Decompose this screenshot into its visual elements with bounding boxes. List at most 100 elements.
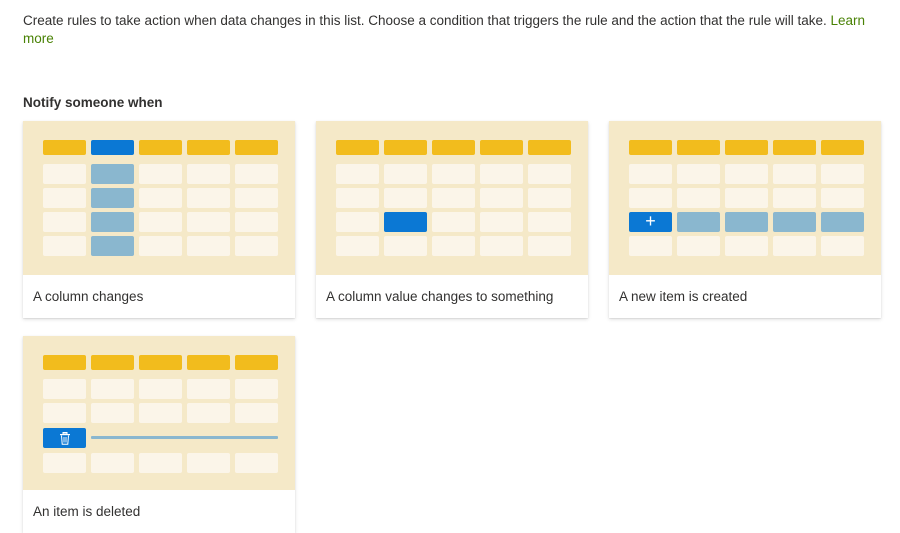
card-item-deleted[interactable]: An item is deleted xyxy=(23,336,295,533)
grid-cell xyxy=(432,164,475,184)
grid-cell xyxy=(677,236,720,256)
grid-header-cell xyxy=(821,140,864,155)
grid-cell xyxy=(528,236,571,256)
trash-icon xyxy=(43,428,86,448)
card-new-item-created[interactable]: + A new item is created xyxy=(609,121,881,318)
grid-header-cell xyxy=(528,140,571,155)
grid-cell xyxy=(480,212,523,232)
grid-cell-highlighted xyxy=(725,212,768,232)
grid-header-cell xyxy=(187,140,230,155)
grid-cell xyxy=(235,164,278,184)
grid-cell-highlighted xyxy=(91,188,134,208)
grid-cell xyxy=(139,188,182,208)
grid-cell xyxy=(139,379,182,399)
grid-header-cell xyxy=(43,355,86,370)
grid-cell xyxy=(725,236,768,256)
grid-cell xyxy=(235,188,278,208)
grid-cell xyxy=(629,188,672,208)
grid-cell xyxy=(235,212,278,232)
grid-cell xyxy=(187,236,230,256)
grid-cell xyxy=(91,379,134,399)
grid-cell xyxy=(528,164,571,184)
card-column-changes[interactable]: A column changes xyxy=(23,121,295,318)
grid-cell xyxy=(43,236,86,256)
grid-cell xyxy=(480,188,523,208)
item-deleted-illustration xyxy=(23,336,295,490)
grid-cell xyxy=(336,164,379,184)
grid-cell xyxy=(91,453,134,473)
grid-cell xyxy=(773,236,816,256)
grid-header-cell xyxy=(677,140,720,155)
grid-cell xyxy=(725,188,768,208)
grid-header-cell xyxy=(139,140,182,155)
grid-cell xyxy=(773,164,816,184)
grid-cell xyxy=(480,236,523,256)
grid-cell xyxy=(235,236,278,256)
grid-cell xyxy=(43,453,86,473)
grid-cell xyxy=(187,188,230,208)
grid-header-cell xyxy=(139,355,182,370)
grid-cell xyxy=(773,188,816,208)
deleted-row-line xyxy=(91,436,278,439)
grid-cell xyxy=(480,164,523,184)
grid-cell xyxy=(187,379,230,399)
grid-cell-highlighted xyxy=(91,236,134,256)
grid-cell xyxy=(336,236,379,256)
grid-cell-highlighted xyxy=(773,212,816,232)
grid-cell xyxy=(336,188,379,208)
grid-header-cell xyxy=(235,355,278,370)
grid-cell xyxy=(821,164,864,184)
grid-header-cell xyxy=(629,140,672,155)
grid-header-cell xyxy=(235,140,278,155)
grid-cell xyxy=(725,164,768,184)
grid-cell xyxy=(139,212,182,232)
grid-cell-highlighted xyxy=(91,164,134,184)
new-item-illustration: + xyxy=(609,121,881,275)
section-title: Notify someone when xyxy=(23,95,163,110)
grid-cell xyxy=(629,236,672,256)
grid-cell xyxy=(629,164,672,184)
card-label: An item is deleted xyxy=(33,504,141,519)
grid-header-cell xyxy=(336,140,379,155)
grid-header-cell xyxy=(480,140,523,155)
grid-cell xyxy=(187,212,230,232)
grid-cell xyxy=(43,379,86,399)
grid-cell xyxy=(187,453,230,473)
grid-cell xyxy=(677,188,720,208)
grid-header-cell-selected xyxy=(91,140,134,155)
grid-cell-selected xyxy=(384,212,427,232)
grid-cell xyxy=(528,212,571,232)
grid-header-cell xyxy=(187,355,230,370)
intro-description: Create rules to take action when data ch… xyxy=(23,13,827,28)
grid-header-cell xyxy=(43,140,86,155)
grid-cell xyxy=(235,453,278,473)
card-label: A new item is created xyxy=(619,289,748,304)
card-label: A column changes xyxy=(33,289,144,304)
grid-cell xyxy=(43,164,86,184)
grid-cell xyxy=(187,164,230,184)
card-label: A column value changes to something xyxy=(326,289,554,304)
grid-cell xyxy=(432,236,475,256)
grid-header-cell xyxy=(773,140,816,155)
grid-cell xyxy=(336,212,379,232)
intro-text: Create rules to take action when data ch… xyxy=(23,12,873,48)
grid-cell-highlighted xyxy=(821,212,864,232)
grid-cell xyxy=(139,453,182,473)
grid-cell xyxy=(432,212,475,232)
grid-cell xyxy=(187,403,230,423)
grid-cell xyxy=(432,188,475,208)
grid-cell xyxy=(43,188,86,208)
grid-cell xyxy=(821,236,864,256)
column-value-changes-illustration xyxy=(316,121,588,275)
card-column-value-changes[interactable]: A column value changes to something xyxy=(316,121,588,318)
grid-cell xyxy=(139,236,182,256)
grid-cell-highlighted xyxy=(91,212,134,232)
grid-cell xyxy=(235,379,278,399)
grid-cell-highlighted xyxy=(677,212,720,232)
grid-cell xyxy=(43,403,86,423)
grid-cell xyxy=(235,403,278,423)
grid-cell xyxy=(139,403,182,423)
column-changes-illustration xyxy=(23,121,295,275)
grid-cell xyxy=(677,164,720,184)
grid-cell xyxy=(384,164,427,184)
